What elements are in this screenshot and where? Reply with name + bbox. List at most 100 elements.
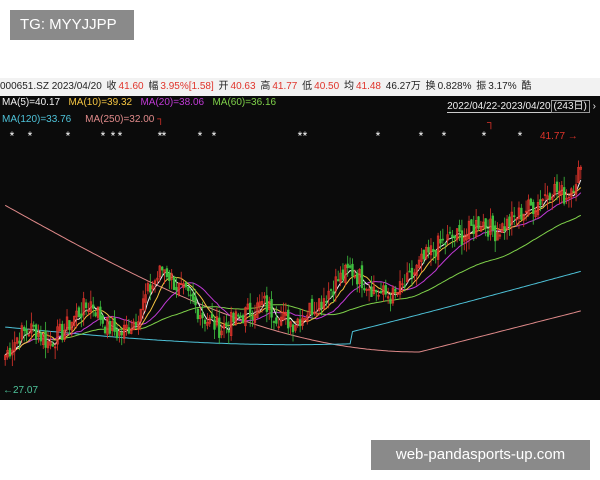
candle-body [520, 207, 523, 220]
candle-body [337, 279, 340, 282]
candle-body [92, 304, 95, 309]
candle-body [444, 243, 447, 245]
candle-body [210, 313, 214, 319]
candle-body [237, 314, 240, 317]
candle-body [23, 326, 26, 332]
candle-body [539, 199, 542, 206]
watermark-label: web-pandasports-up.com [371, 440, 590, 470]
candle-body [32, 324, 35, 327]
event-marker-icon: * [303, 129, 308, 143]
candle-body [241, 315, 245, 324]
kline-chart[interactable]: * * * * * * * * * * * * * * * * *┐ 41.77 → ←27.07 [0, 0, 600, 480]
event-marker-icon: * [66, 129, 71, 143]
candle-body [184, 282, 188, 288]
candle-body [422, 249, 426, 260]
candle-body [134, 321, 138, 326]
candle-body [351, 263, 354, 277]
candle-body [493, 225, 497, 242]
candle-body [360, 265, 364, 289]
candle-body [275, 317, 278, 324]
candle-body [287, 309, 290, 329]
candle-body [298, 319, 302, 327]
candle-body [491, 215, 494, 231]
candle-body [99, 306, 102, 320]
candle-body [548, 193, 552, 200]
candle-body [453, 236, 456, 239]
bracket-marker-icon: ┐ [486, 117, 495, 130]
event-marker-icon: * [419, 129, 424, 143]
candle-body [251, 316, 254, 320]
candle-body [108, 320, 112, 334]
candle-body [94, 312, 97, 317]
event-marker-icon: * [442, 129, 447, 143]
candle-body [508, 216, 511, 227]
candle-body [427, 247, 430, 253]
candle-body [160, 266, 164, 271]
candle-body [439, 238, 442, 244]
candle-body [201, 312, 204, 319]
candle-body [34, 324, 38, 340]
candle-body [434, 250, 437, 257]
candle-body [320, 301, 323, 309]
candle-body [77, 307, 81, 318]
candle-body [149, 284, 152, 293]
event-marker-icon: * [118, 129, 123, 143]
candle-body [25, 329, 28, 334]
candle-body [272, 321, 276, 323]
candle-body [325, 300, 328, 303]
candle-body [529, 198, 533, 206]
candle-body [189, 294, 192, 297]
candle-body [477, 216, 480, 229]
candle-body [51, 343, 54, 347]
candle-body [127, 327, 131, 334]
candle-body [346, 263, 349, 269]
candle-body [432, 248, 435, 252]
candle-body [232, 313, 235, 323]
candle-body [172, 276, 176, 290]
candle-body [472, 224, 475, 234]
event-marker-icon: * [198, 129, 203, 143]
candle-body [103, 326, 107, 334]
candle-body [408, 270, 411, 273]
candle-body [403, 285, 406, 288]
high-price-label: 41.77 → [540, 131, 578, 142]
candle-body [532, 201, 535, 214]
candle-body [486, 230, 490, 237]
candle-body [18, 340, 21, 344]
candle-body [572, 190, 575, 193]
candle-body [460, 230, 464, 245]
candle-body [379, 290, 383, 294]
event-marker-icon: * [10, 129, 15, 143]
candle-body [191, 293, 195, 301]
candle-body [555, 181, 559, 193]
event-marker-icon: * [162, 129, 167, 143]
event-marker-icon: * [101, 129, 106, 143]
candle-body [61, 323, 64, 340]
candle-body [227, 330, 230, 333]
candle-body [394, 288, 397, 292]
candle-body [120, 331, 123, 336]
candle-body [370, 286, 373, 297]
candle-body [68, 320, 71, 331]
candle-body [356, 272, 359, 285]
candle-body [341, 269, 345, 280]
candle-body [363, 288, 366, 291]
candle-body [175, 287, 178, 291]
candle-body [332, 291, 335, 296]
candle-body [39, 332, 43, 342]
candle-body [562, 187, 566, 204]
candle-body [203, 319, 207, 324]
event-marker-icon: * [111, 129, 116, 143]
candle-body [80, 313, 83, 318]
candle-body [470, 219, 473, 226]
candle-body [348, 265, 352, 268]
candle-body [375, 289, 378, 293]
candle-body [441, 238, 445, 241]
candle-body [165, 268, 169, 278]
candle-body [503, 226, 506, 232]
candle-body [44, 330, 47, 348]
candle-body [115, 329, 119, 339]
candle-body [329, 289, 333, 291]
candle-body [113, 317, 116, 332]
low-price-label: ←27.07 [3, 385, 38, 396]
